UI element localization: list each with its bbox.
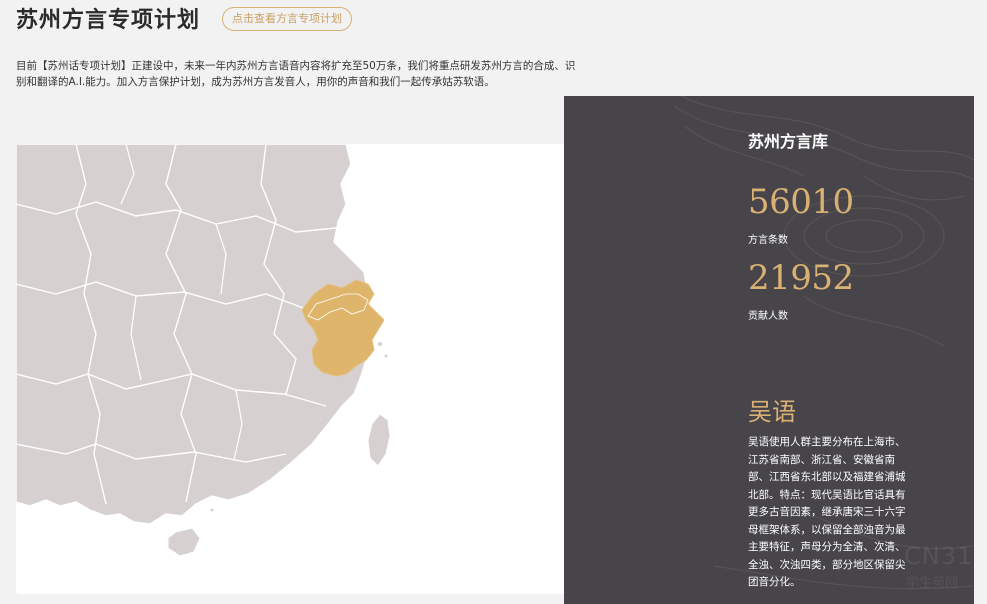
dialect-map[interactable]	[16, 144, 655, 594]
dialect-info-panel: 苏州方言库 56010 方言条数 21952 贡献人数 吴语 吴语使用人群主要分…	[564, 96, 974, 604]
view-plan-button[interactable]: 点击查看方言专项计划	[222, 7, 352, 31]
island	[384, 354, 388, 358]
stat-entries-count: 56010	[748, 182, 854, 222]
page-title: 苏州方言专项计划	[16, 8, 201, 33]
china-map-svg	[16, 144, 391, 557]
dialect-name: 吴语	[748, 398, 796, 426]
hainan-island	[167, 527, 201, 557]
stat-contributors-count: 21952	[748, 258, 854, 298]
island	[378, 342, 382, 346]
intro-paragraph: 目前【苏州话专项计划】正建设中，未来一年内苏州方言语音内容将扩充至50万条，我们…	[16, 60, 576, 88]
panel-title: 苏州方言库	[748, 132, 829, 151]
wu-dialect-region	[301, 279, 385, 377]
taiwan-island	[367, 413, 391, 467]
island	[210, 508, 214, 512]
watermark-subtitle: 学生苑网	[906, 576, 959, 591]
stat-entries-label: 方言条数	[748, 235, 788, 246]
dialect-description: 吴语使用人群主要分布在上海市、江苏省南部、浙江省、安徽省南部、江西省东北部以及福…	[748, 436, 906, 588]
watermark-logo: CN314	[904, 542, 974, 570]
stat-contributors-label: 贡献人数	[748, 311, 788, 322]
